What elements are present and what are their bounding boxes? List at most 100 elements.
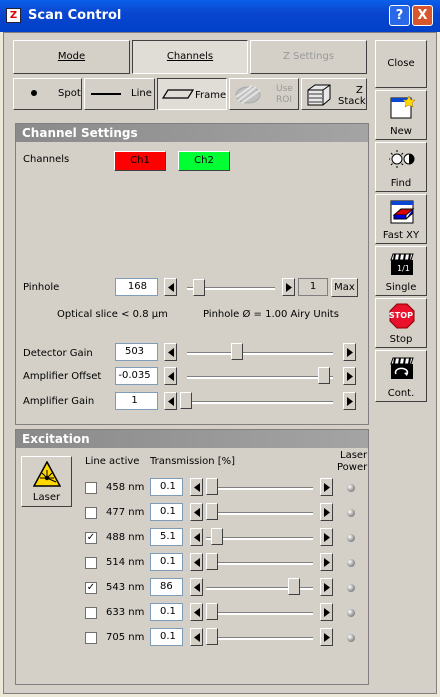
arrow-left-icon <box>193 583 200 592</box>
find-button[interactable]: Find <box>375 142 427 192</box>
ch2-button[interactable]: Ch2 <box>178 151 230 171</box>
transmission-decrease-button[interactable] <box>190 503 203 521</box>
transmission-slider[interactable] <box>206 637 313 640</box>
amplifier-gain-decrease-button[interactable] <box>164 392 177 410</box>
new-button[interactable]: New <box>375 90 427 140</box>
channel-settings-title: Channel Settings <box>16 124 368 142</box>
help-button[interactable]: ? <box>389 5 410 26</box>
transmission-slider-thumb[interactable] <box>210 528 223 545</box>
single-button[interactable]: 1/1 Single <box>375 246 427 296</box>
line-active-checkbox[interactable] <box>85 632 97 644</box>
amplifier-offset-decrease-button[interactable] <box>164 367 177 385</box>
spot-icon <box>31 90 37 96</box>
amplifier-offset-slider[interactable] <box>187 376 333 379</box>
spot-button[interactable]: Spot <box>13 78 82 110</box>
continuous-button[interactable]: Cont. <box>375 350 427 402</box>
transmission-increase-button[interactable] <box>320 553 333 571</box>
transmission-slider-thumb[interactable] <box>206 628 218 645</box>
transmission-field[interactable]: 86 <box>150 578 183 596</box>
arrow-left-icon <box>193 633 200 642</box>
transmission-increase-button[interactable] <box>320 503 333 521</box>
transmission-slider[interactable] <box>206 562 313 565</box>
close-window-button[interactable]: X <box>412 5 433 26</box>
transmission-increase-button[interactable] <box>320 628 333 646</box>
transmission-decrease-button[interactable] <box>190 578 203 596</box>
amplifier-gain-label: Amplifier Gain <box>23 396 95 407</box>
amplifier-gain-slider-thumb[interactable] <box>180 392 192 409</box>
transmission-decrease-button[interactable] <box>190 603 203 621</box>
frame-button[interactable]: Frame <box>157 78 227 110</box>
detector-gain-decrease-button[interactable] <box>164 343 177 361</box>
transmission-increase-button[interactable] <box>320 603 333 621</box>
amplifier-offset-increase-button[interactable] <box>343 367 356 385</box>
pinhole-increase-button[interactable] <box>282 278 295 296</box>
z-stack-button[interactable]: Z Stack <box>301 78 367 110</box>
spot-label: Spot <box>58 88 81 99</box>
transmission-decrease-button[interactable] <box>190 478 203 496</box>
amplifier-offset-slider-thumb[interactable] <box>318 367 331 384</box>
pinhole-max-button[interactable]: Max <box>331 278 358 297</box>
tab-z-settings[interactable]: Z Settings <box>250 40 367 74</box>
tab-channels-label: Channels <box>166 51 214 62</box>
pinhole-decrease-button[interactable] <box>164 278 177 296</box>
tab-mode[interactable]: Mode <box>13 40 130 74</box>
transmission-field[interactable]: 0.1 <box>150 503 183 521</box>
transmission-decrease-button[interactable] <box>190 628 203 646</box>
z-stack-icon <box>307 84 331 106</box>
transmission-header: Transmission [%] <box>150 456 236 467</box>
transmission-slider[interactable] <box>206 512 313 515</box>
stop-button[interactable]: STOP Stop <box>375 298 427 348</box>
transmission-increase-button[interactable] <box>320 478 333 496</box>
arrow-left-icon <box>193 483 200 492</box>
amplifier-offset-field[interactable]: -0.035 <box>115 367 158 385</box>
line-active-checkbox[interactable] <box>85 607 97 619</box>
laser-button[interactable]: Laser <box>21 456 72 507</box>
line-active-checkbox[interactable]: ✓ <box>85 532 97 544</box>
transmission-slider-thumb[interactable] <box>206 478 218 495</box>
line-active-checkbox[interactable]: ✓ <box>85 582 97 594</box>
transmission-field[interactable]: 0.1 <box>150 603 183 621</box>
new-window-icon <box>390 95 415 119</box>
use-roi-button[interactable]: Use ROI <box>229 78 299 110</box>
ch1-button[interactable]: Ch1 <box>114 151 166 171</box>
laser-power-indicator <box>347 584 355 592</box>
continuous-scan-clapper-icon <box>390 357 414 379</box>
transmission-slider-thumb[interactable] <box>287 578 300 595</box>
fast-xy-button[interactable]: Fast XY <box>375 194 427 244</box>
transmission-slider[interactable] <box>206 487 313 490</box>
line-active-checkbox[interactable] <box>85 482 97 494</box>
transmission-increase-button[interactable] <box>320 528 333 546</box>
amplifier-gain-field[interactable]: 1 <box>115 392 158 410</box>
transmission-field[interactable]: 0.1 <box>150 478 183 496</box>
transmission-increase-button[interactable] <box>320 578 333 596</box>
amplifier-gain-increase-button[interactable] <box>343 392 356 410</box>
amplifier-gain-slider[interactable] <box>181 401 333 404</box>
detector-gain-slider-thumb[interactable] <box>231 343 244 360</box>
close-button[interactable]: Close <box>375 40 427 88</box>
stop-sign-text: STOP <box>389 311 413 320</box>
optical-slice-text: Optical slice < 0.8 µm <box>57 309 168 320</box>
pinhole-step-field[interactable]: 1 <box>298 278 328 296</box>
pinhole-field[interactable]: 168 <box>115 278 158 296</box>
detector-gain-field[interactable]: 503 <box>115 343 158 361</box>
arrow-right-icon <box>323 508 330 517</box>
transmission-decrease-button[interactable] <box>190 528 203 546</box>
tab-channels[interactable]: Channels <box>132 40 248 74</box>
transmission-field[interactable]: 0.1 <box>150 553 183 571</box>
transmission-slider-thumb[interactable] <box>206 603 218 620</box>
transmission-slider-thumb[interactable] <box>206 553 218 570</box>
transmission-slider[interactable] <box>206 612 313 615</box>
line-active-checkbox[interactable] <box>85 507 97 519</box>
pinhole-slider-thumb[interactable] <box>193 279 206 296</box>
detector-gain-slider[interactable] <box>187 352 333 355</box>
arrow-left-icon <box>193 608 200 617</box>
arrow-left-icon <box>193 533 200 542</box>
transmission-field[interactable]: 5.1 <box>150 528 183 546</box>
line-button[interactable]: Line <box>84 78 155 110</box>
detector-gain-increase-button[interactable] <box>343 343 356 361</box>
z-stack-label-2: Stack <box>338 96 366 107</box>
transmission-field[interactable]: 0.1 <box>150 628 183 646</box>
transmission-slider-thumb[interactable] <box>206 503 218 520</box>
line-active-checkbox[interactable] <box>85 557 97 569</box>
transmission-decrease-button[interactable] <box>190 553 203 571</box>
